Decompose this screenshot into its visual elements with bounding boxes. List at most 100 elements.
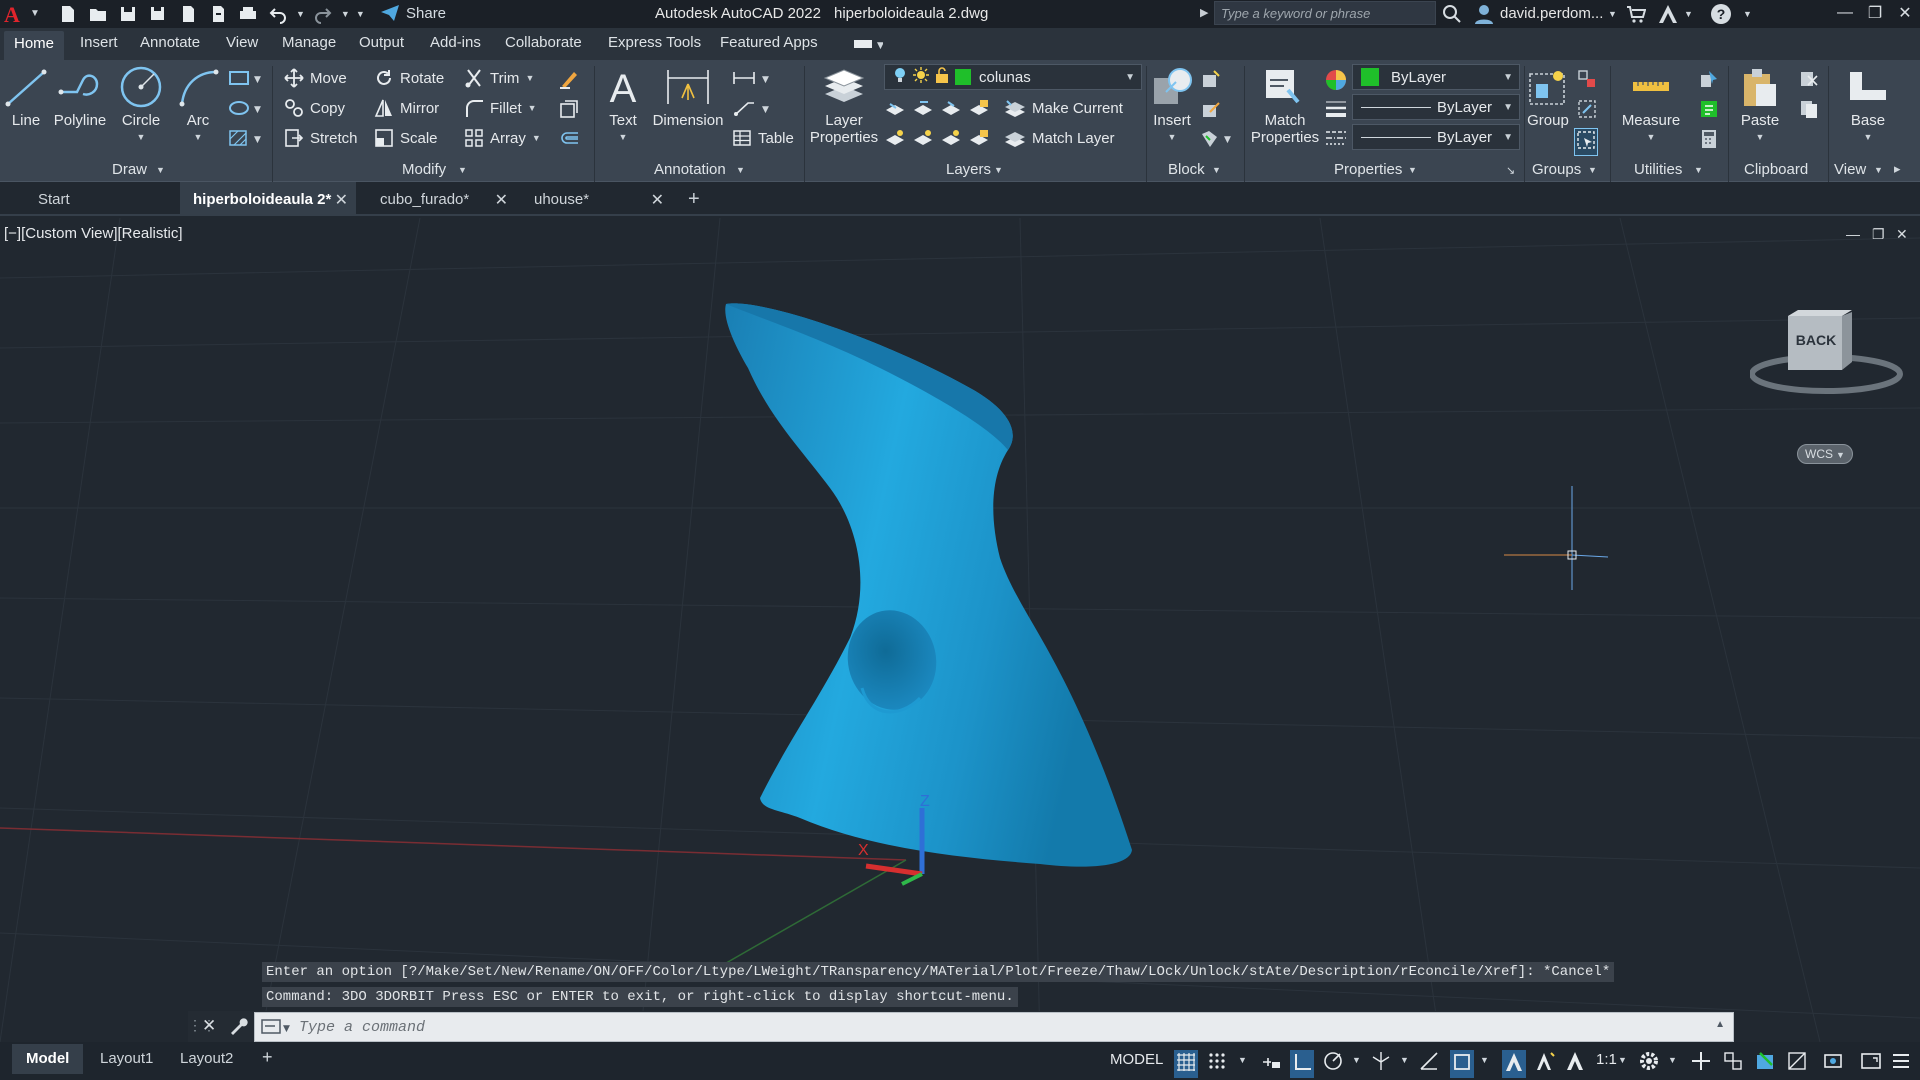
workspace-dropdown-icon[interactable]: ▼ [1668,1055,1677,1065]
linetype-icon[interactable] [1324,128,1348,154]
groups-panel-expand-icon[interactable]: ▼ [1588,165,1597,175]
polar-dropdown-icon[interactable]: ▼ [1352,1055,1361,1065]
circle-button[interactable]: Circle ▼ [118,66,164,146]
isodraft-dropdown-icon[interactable]: ▼ [1400,1055,1409,1065]
block-panel-label[interactable]: Block [1168,161,1205,178]
erase-icon[interactable] [558,68,580,94]
base-dropdown-icon[interactable]: ▼ [1864,129,1873,146]
layout-tab-layout1[interactable]: Layout1 [100,1050,153,1067]
tab-collaborate[interactable]: Collaborate [505,34,582,51]
save-web-icon[interactable] [206,2,230,26]
layers-panel-expand-icon[interactable]: ▼ [994,165,1003,175]
viewcube[interactable]: BACK [1750,310,1910,400]
paste-button[interactable]: Paste ▼ [1738,66,1782,146]
measure-button[interactable]: Measure ▼ [1618,66,1684,146]
ortho-mode-icon[interactable] [1290,1050,1314,1078]
view-panel-expand-icon[interactable]: ▼ [1874,165,1883,175]
clean-screen-icon[interactable] [1860,1050,1882,1076]
trim-dropdown-icon[interactable]: ▼ [525,73,534,83]
dimension-button[interactable]: Dimension [652,66,724,129]
text-dropdown-icon[interactable]: ▼ [619,129,628,146]
match-properties-button[interactable]: Match Properties [1248,66,1322,146]
linetype-dropdown[interactable]: ByLayer ▼ [1352,124,1520,150]
ribbon-display-toggle-icon[interactable]: ▼ [853,36,883,52]
text-button[interactable]: A Text ▼ [604,66,642,146]
rectangle-icon[interactable]: ▼ [228,70,262,90]
edit-block-icon[interactable] [1200,98,1222,124]
close-tab-icon[interactable]: ✕ [651,190,664,210]
insert-block-button[interactable]: Insert ▼ [1152,66,1192,146]
draw-panel-label[interactable]: Draw [112,161,147,178]
save-as-icon[interactable] [146,2,170,26]
model-space-toggle[interactable]: MODEL [1110,1051,1163,1068]
recent-commands-icon[interactable]: ▼ [261,1018,291,1040]
array-dropdown-icon[interactable]: ▼ [532,133,541,143]
model-space-canvas[interactable]: Z X [0,218,1920,1042]
help-icon[interactable]: ? [1710,3,1732,29]
file-tab-uhouse[interactable]: uhouse* ✕ [518,182,672,216]
match-layer-button[interactable]: Match Layer [1004,128,1115,148]
tab-output[interactable]: Output [359,34,404,51]
drawing-viewport[interactable]: Z X [−][Custom View][Realistic] — ❐ ✕ BA… [0,218,1920,1042]
customization-menu-icon[interactable] [1890,1050,1912,1076]
properties-panel-expand-icon[interactable]: ▼ [1408,165,1417,175]
viewport-close-icon[interactable]: ✕ [1896,226,1908,243]
search-box[interactable] [1214,1,1436,25]
user-icon[interactable] [1473,3,1495,29]
command-input[interactable] [299,1015,1699,1039]
move-button[interactable]: Move [284,68,347,88]
ungroup-icon[interactable] [1576,68,1598,94]
snap-dropdown-icon[interactable]: ▼ [1238,1055,1247,1065]
paste-dropdown-icon[interactable]: ▼ [1756,129,1765,146]
measure-dropdown-icon[interactable]: ▼ [1647,129,1656,146]
annotation-panel-label[interactable]: Annotation [654,161,726,178]
properties-dialog-launcher-icon[interactable]: ↘ [1506,164,1515,177]
edit-attributes-icon[interactable]: ▼ [1200,128,1234,154]
minimize-window-icon[interactable]: — [1830,2,1860,24]
modify-panel-label[interactable]: Modify [402,161,446,178]
line-button[interactable]: Line [4,66,48,129]
fillet-button[interactable]: Fillet ▼ [464,98,537,118]
close-window-icon[interactable]: ✕ [1890,2,1920,24]
explode-icon[interactable] [558,98,580,124]
color-dropdown[interactable]: ByLayer ▼ [1352,64,1520,90]
calculator-icon[interactable] [1698,128,1720,154]
scale-dropdown-icon[interactable]: ▼ [1618,1055,1627,1065]
file-tab-start[interactable]: Start [0,182,180,216]
modify-panel-expand-icon[interactable]: ▼ [458,165,467,175]
redo-icon[interactable] [311,2,335,26]
copy-clip-icon[interactable] [1798,98,1820,124]
properties-panel-label[interactable]: Properties [1334,161,1402,178]
base-view-button[interactable]: Base ▼ [1842,66,1894,146]
layout-tab-layout2[interactable]: Layout2 [180,1050,233,1067]
layer-dropdown[interactable]: colunas ▼ [884,64,1142,90]
count-icon[interactable] [1698,98,1720,124]
trim-button[interactable]: Trim ▼ [464,68,534,88]
units-icon[interactable] [1722,1050,1744,1076]
command-history-toggle-icon[interactable]: ▲ [1715,1019,1725,1030]
quick-properties-icon[interactable] [1754,1050,1776,1076]
infer-constraints-icon[interactable] [1260,1050,1282,1076]
annotation-panel-expand-icon[interactable]: ▼ [736,165,745,175]
tab-add-ins[interactable]: Add-ins [430,34,481,51]
quick-select-icon[interactable] [1698,68,1720,94]
group-edit-icon[interactable] [1576,98,1598,124]
file-tab-hiperboloideaula[interactable]: hiperboloideaula 2* ✕ [180,182,356,216]
object-snap-icon[interactable] [1450,1050,1474,1078]
new-tab-icon[interactable]: + [688,188,700,211]
stretch-button[interactable]: Stretch [284,128,358,148]
layers-panel-label[interactable]: Layers [946,161,991,178]
hatch-icon[interactable]: ▼ [228,130,262,150]
insert-dropdown-icon[interactable]: ▼ [1168,129,1177,146]
add-layout-icon[interactable]: + [262,1047,273,1068]
annotation-visibility-icon[interactable] [1502,1050,1526,1078]
object-snap-tracking-icon[interactable] [1418,1050,1440,1076]
tab-featured-apps[interactable]: Featured Apps [720,34,818,51]
copy-button[interactable]: Copy [284,98,345,118]
layout-tab-model[interactable]: Model [12,1044,84,1074]
hardware-acceleration-icon[interactable] [1822,1050,1844,1076]
snap-mode-icon[interactable] [1206,1050,1228,1076]
layer-properties-button[interactable]: Layer Properties [810,66,878,146]
annotation-scale-value[interactable]: 1:1 [1596,1051,1617,1068]
lineweight-dropdown[interactable]: ByLayer ▼ [1352,94,1520,120]
